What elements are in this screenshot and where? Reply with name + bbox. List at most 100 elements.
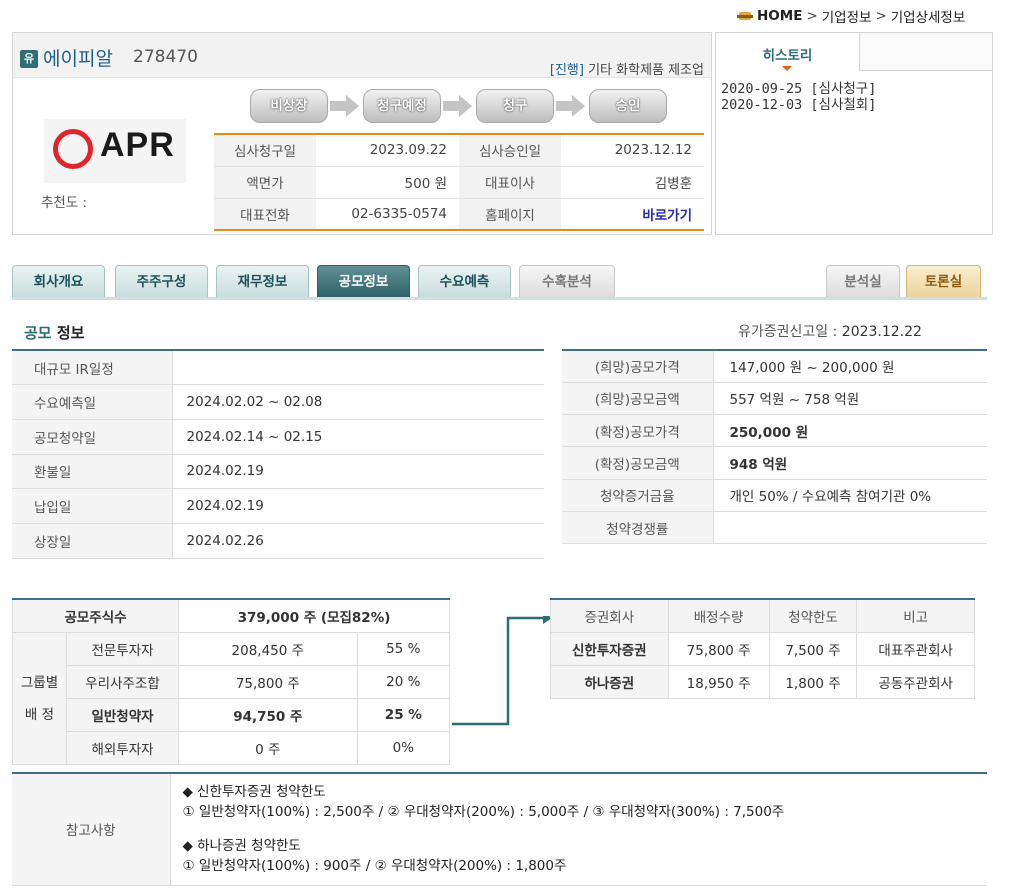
- total-shares-label: 공모주식수: [12, 598, 179, 633]
- group-label-line-2: 배 정: [24, 706, 55, 723]
- schedule-label: 수요예측일: [12, 384, 173, 420]
- allocated-shares: 75,800 주: [178, 664, 358, 700]
- market-badge: 유: [20, 50, 38, 68]
- table-row: 그룹별 배 정 전문투자자 208,450 주 55 %: [12, 631, 451, 766]
- breadcrumb-home[interactable]: HOME: [757, 8, 802, 24]
- summary-label: 홈페이지: [459, 198, 561, 230]
- note-line: ◆ 하나증권 청약한도: [182, 838, 301, 854]
- allocation-percent: 25 %: [356, 698, 451, 733]
- broker-note: 공동주관회사: [856, 664, 975, 700]
- note-line: ① 일반청약자(100%) : 900주 / ② 우대청약자(200%) : 1…: [182, 858, 567, 874]
- table-row: (확정)공모금액 948 억원: [562, 446, 987, 480]
- history-panel: 히스토리 2020-09-25 [심사청구] 2020-12-03 [심사철회]: [715, 32, 993, 235]
- step-arrow-icon: [443, 95, 473, 117]
- tab-demand-forecast[interactable]: 수요예측: [418, 265, 511, 298]
- schedule-value: 2024.02.19: [172, 488, 544, 524]
- summary-value: 02-6335-0574: [351, 205, 447, 222]
- breadcrumb-company-detail[interactable]: 기업상세정보: [891, 6, 966, 26]
- broker-table: 증권회사 배정수량 청약한도 비고 신한투자증권 75,800 주 7,500 …: [550, 598, 975, 700]
- column-header: 증권회사: [550, 598, 669, 633]
- tab-ipo-info[interactable]: 공모정보: [317, 265, 410, 298]
- history-item: 2020-12-03 [심사철회]: [721, 97, 877, 113]
- pricing-value: 147,000 원 ~ 200,000 원: [713, 350, 987, 383]
- tab-discussion-room[interactable]: 토론실: [906, 265, 981, 298]
- table-row: 하나증권 18,950 주 1,800 주 공동주관회사: [550, 664, 975, 700]
- table-row: (확정)공모가격 250,000 원: [562, 414, 987, 448]
- home-icon: [737, 11, 753, 21]
- step-filed: 청구: [476, 89, 554, 123]
- broker-allocation: 18,950 주: [667, 664, 770, 700]
- tab-shareholders[interactable]: 주주구성: [115, 265, 208, 298]
- column-header: 비고: [856, 598, 975, 633]
- section-title-highlight: 공모: [24, 324, 52, 342]
- homepage-link[interactable]: 바로가기: [561, 198, 704, 230]
- breadcrumb-separator: >: [875, 8, 887, 24]
- allocated-shares: 208,450 주: [178, 631, 358, 666]
- notes-table: 참고사항 ◆ 신한투자증권 청약한도 ① 일반청약자(100%) : 2,500…: [12, 772, 987, 886]
- schedule-value: 2024.02.02 ~ 02.08: [172, 384, 544, 420]
- company-title-bar: 유 에이피알 278470 [진행] 기타 화학제품 제조업: [13, 33, 711, 78]
- schedule-value: [172, 350, 544, 386]
- breadcrumb-company-info[interactable]: 기업정보: [822, 6, 872, 26]
- investor-type: 전문투자자: [66, 631, 179, 666]
- group-label-line-1: 그룹별: [20, 674, 59, 691]
- broker-limit: 7,500 주: [768, 631, 858, 666]
- pricing-label: (희망)공모가격: [562, 350, 714, 383]
- table-row: 참고사항 ◆ 신한투자증권 청약한도 ① 일반청약자(100%) : 2,500…: [12, 773, 987, 885]
- history-tab[interactable]: 히스토리: [716, 33, 860, 71]
- table-row: 환불일 2024.02.19: [12, 454, 544, 490]
- notes-label: 참고사항: [12, 773, 171, 885]
- broker-name: 하나증권: [550, 664, 669, 700]
- schedule-value: 2024.02.26: [172, 523, 544, 559]
- summary-label: 대표전화: [214, 198, 316, 230]
- caret-down-icon: [782, 66, 792, 71]
- allocation-percent: 55 %: [356, 631, 451, 666]
- history-item: 2020-09-25 [심사청구]: [721, 81, 877, 97]
- company-summary-table: 심사청구일 2023.09.22 심사승인일 2023.12.12 액면가 50…: [214, 133, 704, 231]
- ipo-pricing-table: (희망)공모가격 147,000 원 ~ 200,000 원 (희망)공모금액 55…: [562, 349, 987, 545]
- schedule-value: 2024.02.14 ~ 02.15: [172, 419, 544, 455]
- table-row: 청약증거금율 개인 50% / 수요예측 참여기관 0%: [562, 479, 987, 512]
- schedule-label: 상장일: [12, 523, 173, 559]
- logo-ring-icon: [53, 129, 93, 169]
- step-approved: 승인: [589, 89, 667, 123]
- company-status: [진행] 기타 화학제품 제조업: [550, 59, 704, 78]
- section-title-rest: 정보: [51, 324, 85, 342]
- report-date: 유가증권신고일 : 2023.12.22: [738, 321, 922, 341]
- broker-limit: 1,800 주: [768, 664, 858, 700]
- broker-note: 대표주관회사: [856, 631, 975, 666]
- table-row: 대규모 IR일정: [12, 350, 544, 386]
- pricing-label: 청약경쟁률: [562, 511, 714, 545]
- company-logo: APR: [44, 119, 186, 183]
- report-date-value: 2023.12.22: [841, 324, 922, 340]
- table-row: 수요예측일 2024.02.02 ~ 02.08: [12, 384, 544, 420]
- table-row: (희망)공모가격 147,000 원 ~ 200,000 원: [562, 350, 987, 383]
- table-row: 우리사주조합 75,800 주 20 %: [13, 664, 451, 700]
- history-list: 2020-09-25 [심사청구] 2020-12-03 [심사철회]: [721, 81, 876, 113]
- pricing-value: 557 억원 ~ 758 억원: [713, 382, 987, 416]
- breadcrumb-separator: >: [806, 8, 818, 24]
- tab-company-overview[interactable]: 회사개요: [12, 265, 105, 298]
- schedule-value: 2024.02.19: [172, 454, 544, 490]
- pricing-value: 개인 50% / 수요예측 참여기관 0%: [713, 479, 987, 512]
- allocation-percent: 20 %: [356, 664, 451, 700]
- tab-financials[interactable]: 재무정보: [216, 265, 309, 298]
- schedule-label: 환불일: [12, 454, 173, 490]
- step-arrow-icon: [556, 95, 586, 117]
- summary-label: 대표이사: [459, 166, 561, 199]
- summary-label: 액면가: [214, 166, 316, 199]
- summary-value: 2023.09.22: [316, 134, 459, 167]
- summary-value: 500 원: [316, 166, 459, 199]
- allocation-percent: 0%: [356, 731, 451, 766]
- total-shares-value: 379,000 주 (모집82%): [178, 598, 450, 633]
- history-tab-label: 히스토리: [762, 48, 813, 64]
- note-line: ① 일반청약자(100%) : 2,500주 / ② 우대청약자(200%) :…: [182, 804, 785, 820]
- tab-analysis[interactable]: 수혹분석: [519, 265, 615, 298]
- broker-allocation: 75,800 주: [667, 631, 770, 666]
- summary-label: 심사청구일: [214, 134, 316, 167]
- allocated-shares: 0 주: [178, 731, 358, 766]
- tab-analysis-room[interactable]: 분석실: [826, 265, 900, 298]
- recommend-label: 추천도 :: [41, 195, 88, 211]
- allocated-shares: 94,750 주: [178, 698, 358, 733]
- summary-row: 액면가 500 원 대표이사 김병훈: [214, 166, 704, 199]
